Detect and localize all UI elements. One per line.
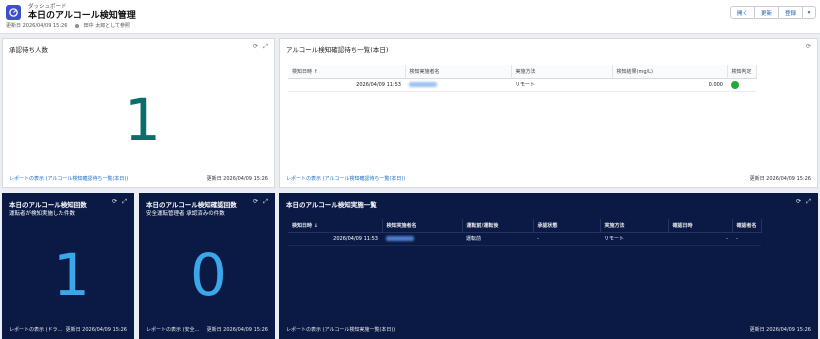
view-report-link[interactable]: レポートの表示 (安全… <box>146 326 200 333</box>
ok-status-icon <box>731 80 739 89</box>
column-header[interactable]: 検知実施者名 <box>382 219 463 233</box>
method: リモート <box>600 232 668 246</box>
column-header[interactable]: 検知日時 ↓ <box>288 219 383 233</box>
user-icon <box>75 23 80 28</box>
chevron-down-icon: ▾ <box>807 9 811 16</box>
column-header[interactable]: 実施方法 <box>511 65 613 79</box>
refresh-icon[interactable]: ⟳ <box>253 43 258 51</box>
card-title: 本日のアルコール検知確認回数 <box>146 201 237 209</box>
redacted-name <box>409 81 437 87</box>
viewing-as-text: 田中 太郎として参照 <box>83 23 131 29</box>
column-header[interactable]: 承認状態 <box>533 219 601 233</box>
detect-datetime: 2026/04/09 11:53 <box>288 232 382 246</box>
page-title: 本日のアルコール検知管理 <box>28 11 136 21</box>
refresh-icon[interactable]: ⟳ <box>796 198 801 206</box>
confirm-count-card: 本日のアルコール検知確認回数 安全運転管理者 承認済みの件数 ⟳ ⤢ 0 レポー… <box>139 193 275 339</box>
refresh-icon[interactable]: ⟳ <box>112 198 117 206</box>
judgment-cell <box>727 78 757 92</box>
card-subtitle: 運転者が検知実施した件数 <box>9 211 76 217</box>
view-report-link[interactable]: レポートの表示 (ドラ… <box>9 326 63 333</box>
done-list-card: 本日のアルコール検知実施一覧 ⟳ ⤢ 検知日時 ↓ 検知実施者名 運転前/運転後… <box>279 193 818 339</box>
refresh-icon[interactable]: ⟳ <box>806 43 811 50</box>
expand-icon[interactable]: ⤢ <box>263 198 268 206</box>
dashboard-header: ダッシュボード 本日のアルコール検知管理 更新日 2026/04/09 15:2… <box>0 0 820 34</box>
pending-count-value: 1 <box>124 86 161 154</box>
view-report-link[interactable]: レポートの表示 (アルコール検知実施一覧(本日)) <box>286 326 395 333</box>
column-header[interactable]: 運転前/運転後 <box>462 219 534 233</box>
confirmed-datetime: - <box>668 232 732 246</box>
phase: 運転前 <box>462 232 533 246</box>
expand-icon[interactable]: ⤢ <box>122 198 127 206</box>
inspector-name[interactable] <box>382 232 462 246</box>
confirm-count-value: 0 <box>190 241 227 309</box>
card-subtitle: 安全運転管理者 承認済みの件数 <box>146 211 225 217</box>
table-row: 2026/04/09 11:53 リモート 0.000 <box>288 78 757 92</box>
redacted-name <box>386 235 414 241</box>
detect-count-card: 本日のアルコール検知回数 運転者が検知実施した件数 ⟳ ⤢ 1 レポートの表示 … <box>2 193 134 339</box>
refresh-button[interactable]: 更新 <box>754 6 779 19</box>
card-updated-date: 更新日 2026/04/09 15:26 <box>206 327 268 333</box>
pending-list-card: アルコール検知確認待ち一覧(本日) ⟳ 検知日時 ↑ 検知実施者名 実施方法 検… <box>279 38 818 188</box>
table-row: 2026/04/09 11:53 運転前 - リモート - - <box>288 232 762 246</box>
more-actions-button[interactable]: ▾ <box>803 6 816 19</box>
column-header[interactable]: 確認日時 <box>668 219 733 233</box>
card-updated-date: 更新日 2026/04/09 15:26 <box>65 327 127 333</box>
card-updated-date: 更新日 2026/04/09 15:26 <box>749 176 811 182</box>
column-header[interactable]: 実施方法 <box>600 219 669 233</box>
card-title: 承認待ち人数 <box>9 46 48 54</box>
view-report-link[interactable]: レポートの表示 (アルコール検知確認待ち一覧(本日)) <box>9 175 128 182</box>
column-header[interactable]: 確認者名 <box>732 219 762 233</box>
result-value: 0.000 <box>612 78 727 92</box>
done-table: 検知日時 ↓ 検知実施者名 運転前/運転後 承認状態 実施方法 確認日時 確認者… <box>288 219 762 246</box>
header-meta: 更新日 2026/04/09 15:26 田中 太郎として参照 <box>6 22 130 29</box>
column-header[interactable]: 検知実施者名 <box>405 65 512 79</box>
column-header[interactable]: 検知判定 <box>727 65 757 79</box>
inspector-name[interactable] <box>405 78 511 92</box>
pending-count-card: 承認待ち人数 ⟳ ⤢ 1 レポートの表示 (アルコール検知確認待ち一覧(本日))… <box>2 38 275 188</box>
open-button[interactable]: 開く <box>729 6 755 19</box>
detect-count-value: 1 <box>53 241 90 309</box>
card-title: アルコール検知確認待ち一覧(本日) <box>286 46 389 54</box>
card-title: 本日のアルコール検知回数 <box>9 201 87 209</box>
view-report-link[interactable]: レポートの表示 (アルコール検知確認待ち一覧(本日)) <box>286 175 405 182</box>
refresh-icon[interactable]: ⟳ <box>253 198 258 206</box>
confirmer-name: - <box>732 232 762 246</box>
detect-datetime: 2026/04/09 11:53 <box>288 78 405 92</box>
method: リモート <box>511 78 612 92</box>
card-updated-date: 更新日 2026/04/09 15:26 <box>749 327 811 333</box>
card-updated-date: 更新日 2026/04/09 15:26 <box>206 176 268 182</box>
expand-icon[interactable]: ⤢ <box>806 198 811 206</box>
subscribe-button[interactable]: 登録 <box>778 6 803 19</box>
approval-status: - <box>533 232 600 246</box>
column-header[interactable]: 検知結果(mg/L) <box>612 65 728 79</box>
card-title: 本日のアルコール検知実施一覧 <box>286 201 377 209</box>
expand-icon[interactable]: ⤢ <box>263 43 268 51</box>
pending-table: 検知日時 ↑ 検知実施者名 実施方法 検知結果(mg/L) 検知判定 2026/… <box>288 65 757 92</box>
column-header[interactable]: 検知日時 ↑ <box>288 65 406 79</box>
updated-text: 更新日 2026/04/09 15:26 <box>6 23 68 29</box>
dashboard-icon <box>6 5 21 20</box>
header-actions: 開く 更新 登録 ▾ <box>729 6 816 19</box>
